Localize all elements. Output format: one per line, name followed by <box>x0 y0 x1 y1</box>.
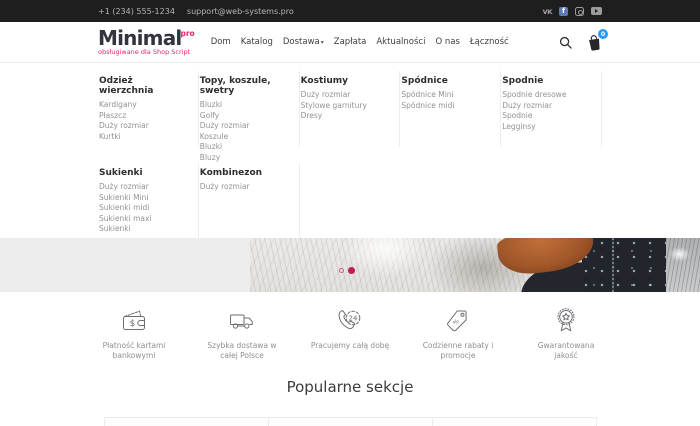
hero-banner[interactable] <box>0 238 700 292</box>
logo-tagline: obsługiwane dla Shop Script <box>98 48 191 57</box>
instagram-icon[interactable] <box>575 6 584 16</box>
menu-item[interactable]: Sukienki midi <box>99 203 190 214</box>
feature-24h: 24 Pracujemy całą dobę <box>296 306 404 361</box>
menu-item[interactable]: Duży rozmiar <box>301 90 392 101</box>
menu-item[interactable]: Golfy <box>200 111 291 122</box>
nav-item-katalog[interactable]: Katalog <box>241 37 273 47</box>
menu-item[interactable]: Koszule <box>200 132 291 143</box>
menu-item[interactable]: Duży rozmiar <box>200 182 291 193</box>
banner-coat-zipper <box>612 238 614 292</box>
nav-item-dostawa[interactable]: Dostawa▾ <box>283 37 324 47</box>
menu-column-title[interactable]: Kombinezon <box>200 168 291 178</box>
cart-button[interactable]: 0 <box>587 28 608 51</box>
menu-item[interactable]: Legginsy <box>502 122 593 133</box>
popular-section-card[interactable] <box>268 417 433 426</box>
search-icon[interactable] <box>559 36 572 49</box>
phone-24-icon: 24 <box>338 310 361 330</box>
logo-pro-badge: pro <box>180 29 195 39</box>
topbar-phone: +1 (234) 555-1234 <box>98 6 175 16</box>
menu-item[interactable]: Bluzki <box>200 142 291 153</box>
facebook-icon[interactable] <box>559 6 568 16</box>
menu-item[interactable]: Dresy <box>301 111 392 122</box>
menu-column-title[interactable]: Sukienki <box>99 168 190 178</box>
menu-item[interactable]: Duży rozmiar <box>99 121 190 132</box>
feature-quality: Gwarantowana jakość <box>512 306 620 361</box>
menu-column-title[interactable]: Odzież wierzchnia <box>99 76 190 96</box>
menu-item[interactable]: Kardigany <box>99 100 190 111</box>
menu-column-odziez-wierzchnia: Odzież wierzchnia Kardigany Płaszcz Duży… <box>98 71 199 147</box>
menu-item[interactable]: Bluzy <box>200 153 291 164</box>
menu-column-sukienki: Sukienki Duży rozmiar Sukienki Mini Suki… <box>98 163 199 239</box>
topbar: +1 (234) 555-1234 support@web-systems.pr… <box>0 0 700 22</box>
feature-label: Płatność kartami bankowymi <box>102 341 166 360</box>
menu-column-spodnie: Spodnie Spodnie dresowe Duży rozmiar Spo… <box>501 71 602 147</box>
feature-label: Pracujemy całą dobę <box>310 341 390 350</box>
nav-item-o-nas[interactable]: O nas <box>435 37 459 47</box>
svg-text:$: $ <box>130 319 136 329</box>
medal-icon <box>557 308 575 332</box>
menu-column-kostiumy: Kostiumy Duży rozmiar Stylowe garnitury … <box>300 71 401 147</box>
cart-count-badge: 0 <box>598 28 608 39</box>
menu-item[interactable]: Stylowe garnitury <box>301 101 392 112</box>
feature-discounts: % Codzienne rabaty i promocje <box>404 306 512 361</box>
carousel-dot-inactive[interactable] <box>339 268 344 273</box>
features-row: $ Płatność kartami bankowymi Szybka dost… <box>80 306 620 361</box>
menu-column-title[interactable]: Spodnie <box>502 76 593 86</box>
menu-column-empty <box>300 163 401 239</box>
menu-column-topy-koszule-swetry: Topy, koszule, swetry Bluzki Golfy Duży … <box>199 71 300 162</box>
menu-column-title[interactable]: Kostiumy <box>301 76 392 86</box>
feature-payment: $ Płatność kartami bankowymi <box>80 306 188 361</box>
vk-icon[interactable] <box>542 7 552 16</box>
logo-name: Minimal <box>98 26 182 51</box>
menu-item[interactable]: Duży rozmiar <box>200 121 291 132</box>
menu-item[interactable]: Kurtki <box>99 132 190 143</box>
menu-item[interactable]: Płaszcz <box>99 111 190 122</box>
popular-section-card[interactable] <box>104 417 269 426</box>
banner-model-coat <box>582 238 668 292</box>
header: Minimalpro obsługiwane dla Shop Script D… <box>0 22 700 62</box>
feature-delivery: Szybka dostawa w całej Polsce <box>188 306 296 361</box>
menu-column-title[interactable]: Topy, koszule, swetry <box>200 76 291 96</box>
menu-item[interactable]: Bluzki <box>200 100 291 111</box>
feature-label: Szybka dostawa w całej Polsce <box>207 341 277 360</box>
menu-item[interactable]: Sukienki Mini <box>99 193 190 204</box>
menu-column-kombinezon: Kombinezon Duży rozmiar <box>199 163 300 239</box>
menu-column-title[interactable]: Spódnice <box>401 76 492 86</box>
tag-icon: % <box>447 310 467 332</box>
svg-text:%: % <box>452 318 461 327</box>
wallet-icon: $ <box>123 310 145 330</box>
menu-item[interactable]: Spodnie <box>502 111 593 122</box>
menu-item[interactable]: Spódnice Mini <box>401 90 492 101</box>
menu-column-empty <box>501 163 602 239</box>
menu-item[interactable]: Duży rozmiar <box>502 101 593 112</box>
menu-item[interactable]: Sukienki <box>99 224 190 235</box>
truck-icon <box>230 314 253 329</box>
chevron-down-icon: ▾ <box>320 39 324 46</box>
social-links <box>542 6 602 16</box>
popular-sections-grid <box>104 417 597 426</box>
nav-item-lacznosc[interactable]: Łączność <box>470 37 509 47</box>
menu-column-empty <box>400 163 501 239</box>
feature-label: Gwarantowana jakość <box>537 341 595 360</box>
carousel-dot-active[interactable] <box>348 267 355 274</box>
popular-section-card[interactable] <box>432 417 597 426</box>
menu-item[interactable]: Spódnice midi <box>401 101 492 112</box>
youtube-icon[interactable] <box>591 7 602 15</box>
menu-column-spodnice: Spódnice Spódnice Mini Spódnice midi <box>400 71 502 147</box>
megamenu-panel: Odzież wierzchnia Kardigany Płaszcz Duży… <box>0 62 700 239</box>
nav-item-dom[interactable]: Dom <box>211 37 231 47</box>
menu-item[interactable]: Sukienki maxi <box>99 214 190 225</box>
topbar-email[interactable]: support@web-systems.pro <box>187 7 294 16</box>
menu-item[interactable]: Spodnie dresowe <box>502 90 593 101</box>
logo[interactable]: Minimalpro obsługiwane dla Shop Script <box>98 28 196 56</box>
feature-label: Codzienne rabaty i promocje <box>422 341 494 360</box>
menu-item[interactable]: Duży rozmiar <box>99 182 190 193</box>
nav-item-aktualnosci[interactable]: Aktualności <box>376 37 425 47</box>
popular-sections-title: Popularne sekcje <box>286 378 414 396</box>
main-nav: Dom Katalog Dostawa▾ Zapłata Aktualności… <box>211 37 509 47</box>
nav-item-zaplata[interactable]: Zapłata <box>334 37 367 47</box>
banner-snow-edge <box>666 238 700 292</box>
